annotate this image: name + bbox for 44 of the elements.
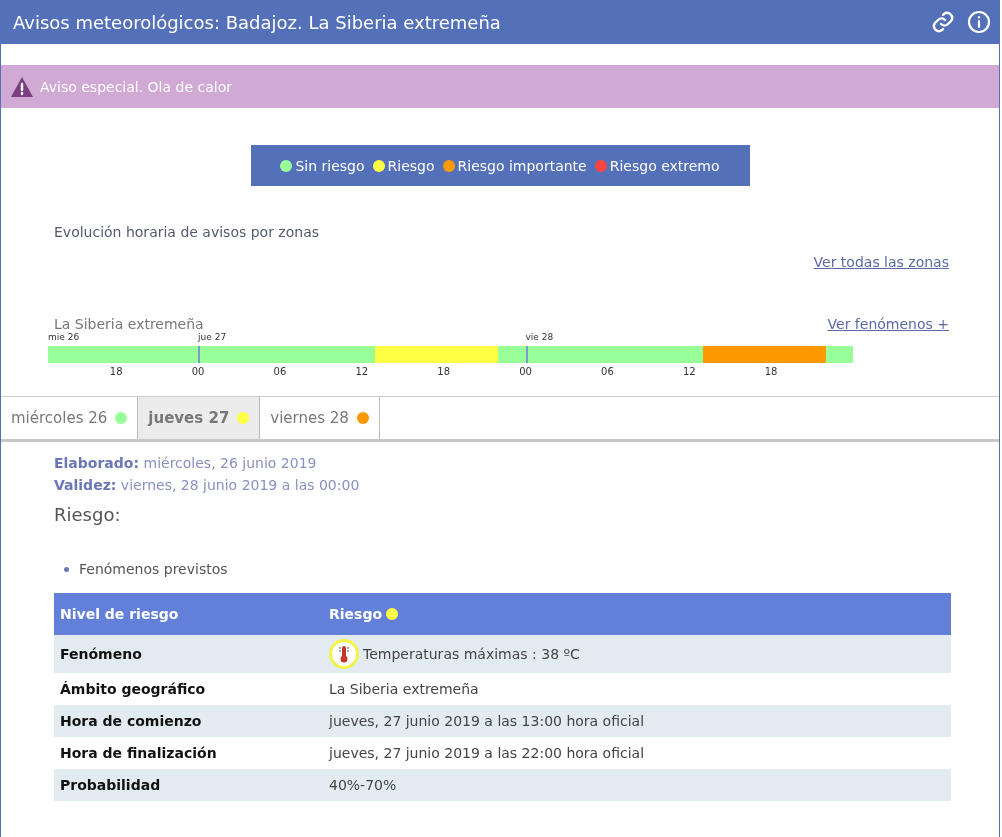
bullet-icon [64, 566, 69, 572]
hour-tick: 00 [191, 366, 205, 377]
validez-text: Validez: viernes, 28 junio 2019 a las 00:00 [54, 476, 361, 495]
row-label: Hora de finalización [59, 745, 218, 761]
row-value: La Siberia extremeña [329, 681, 479, 697]
hour-tick: 06 [273, 366, 287, 377]
elaborado-text: Elaborado: miércoles, 26 junio 2019 [54, 454, 318, 473]
row-value: 40%-70% [329, 777, 397, 793]
row-label: Probabilidad [59, 777, 162, 793]
header-cell: Riesgo [329, 606, 383, 622]
warning-icon [10, 75, 34, 98]
day-label: mie 26 [48, 332, 80, 342]
hour-tick: 18 [437, 366, 451, 377]
risk-heading: Riesgo: [54, 504, 122, 525]
link-icon[interactable] [931, 10, 955, 34]
row-value: jueves, 27 junio 2019 a las 13:00 hora oficial [329, 713, 645, 729]
row-value: Temperaturas máximas : 38 ºC [363, 646, 580, 662]
hour-tick: 18 [764, 366, 778, 377]
day-label: vie 28 [525, 332, 554, 342]
info-icon[interactable] [967, 10, 991, 34]
phenomena-link[interactable]: Ver fenómenos + [827, 316, 949, 332]
legend-label: Riesgo [387, 157, 435, 174]
row-label: Fenómeno [59, 646, 143, 662]
hour-tick: 00 [519, 366, 532, 377]
bullet-text: Fenómenos previstos [79, 561, 228, 577]
header-cell-text: Nivel de riesgo [59, 606, 180, 622]
zone-name: La Siberia extremeña [54, 316, 204, 332]
alert-text: Aviso especial. Ola de calor [40, 78, 232, 95]
thermometer-icon [329, 639, 359, 669]
row-value: jueves, 27 junio 2019 a las 22:00 hora oficial [329, 745, 645, 761]
legend-label: Riesgo extremo [609, 157, 720, 174]
day-label: jue 27 [198, 332, 227, 342]
hour-tick: 12 [682, 366, 696, 377]
hour-tick: 12 [355, 366, 369, 377]
day-tab[interactable]: jueves 27 [138, 397, 261, 439]
section-title: Evolución horaria de avisos por zonas [54, 224, 320, 240]
legend-label: Sin riesgo [295, 157, 365, 174]
hour-tick: 06 [601, 366, 614, 377]
row-label: Hora de comienzo [59, 713, 203, 729]
row-label: Ámbito geográfico [59, 681, 207, 697]
all-zones-link[interactable]: Ver todas las zonas [813, 254, 949, 270]
hour-tick: 18 [109, 366, 123, 377]
legend-label: Riesgo importante [457, 157, 587, 174]
window-title: Avisos meteorológicos: Badajoz. La Siberia extremeña [13, 11, 501, 33]
